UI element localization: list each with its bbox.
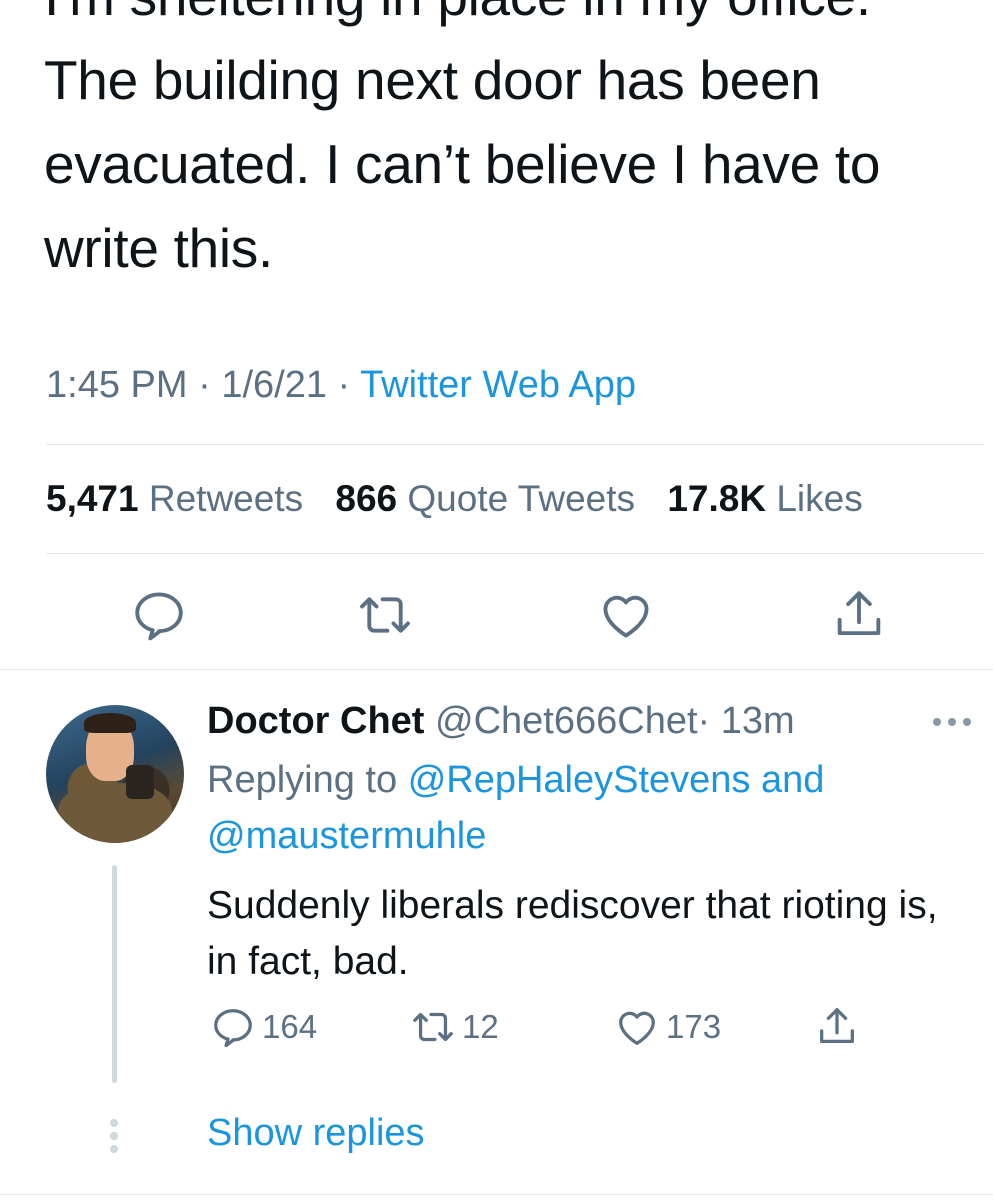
like-icon [614, 1004, 660, 1050]
thread-line [112, 865, 117, 1083]
divider [0, 1194, 993, 1195]
likes-stat[interactable]: 17.8K Likes [667, 478, 862, 519]
tweet-source-link[interactable]: Twitter Web App [360, 364, 636, 406]
reply-text: Suddenly liberals rediscover that riotin… [207, 884, 938, 983]
reply-icon [210, 1004, 256, 1050]
tweet-text-line: The building next door has been [44, 49, 821, 111]
like-count: 173 [666, 1008, 722, 1045]
reply-count: 164 [262, 1008, 318, 1045]
divider [0, 669, 993, 670]
retweet-icon [410, 1004, 456, 1050]
avatar[interactable] [46, 705, 184, 843]
like-icon[interactable] [597, 586, 655, 644]
thread-dots-icon [108, 1118, 120, 1154]
reply-header: Doctor Chet @Chet666Chet· 13m [207, 700, 795, 743]
tweet-date[interactable]: 1/6/21 [221, 364, 327, 406]
divider [46, 553, 984, 554]
share-icon[interactable] [830, 586, 888, 644]
show-replies-link[interactable]: Show replies [207, 1112, 425, 1155]
tweet-text-line: I'm sheltering in place in my office. [44, 0, 871, 27]
reply-author-name[interactable]: Doctor Chet [207, 700, 424, 742]
reply-time[interactable]: 13m [721, 700, 795, 742]
reply-share-button[interactable] [814, 1004, 866, 1050]
mention-and[interactable]: and [761, 759, 824, 801]
mention-link[interactable]: @maustermuhle [207, 815, 486, 857]
meta-separator: · [198, 364, 211, 406]
tweet-text: I'm sheltering in place in my office. Th… [44, 0, 964, 290]
tweet-meta: 1:45 PM · 1/6/21 · Twitter Web App [46, 364, 636, 407]
more-options-icon[interactable] [930, 712, 974, 732]
reply-like-button[interactable]: 173 [614, 1004, 721, 1050]
tweet-text-line: write this. [44, 217, 273, 279]
quote-tweets-stat[interactable]: 866 Quote Tweets [335, 478, 635, 519]
reply-retweet-button[interactable]: 12 [410, 1004, 499, 1050]
retweet-icon[interactable] [356, 586, 414, 644]
retweet-count: 12 [462, 1008, 499, 1045]
reply-author-handle[interactable]: @Chet666Chet [435, 700, 698, 742]
tweet-text-line: evacuated. I can’t believe I have to [44, 133, 881, 195]
retweets-stat[interactable]: 5,471 Retweets [46, 478, 303, 519]
reply-reply-button[interactable]: 164 [210, 1004, 317, 1050]
share-icon [814, 1004, 860, 1050]
reply-icon[interactable] [130, 586, 188, 644]
meta-separator: · [697, 700, 711, 742]
divider [46, 444, 984, 445]
replying-to: Replying to @RepHaleyStevens and @mauste… [207, 759, 825, 857]
mention-link[interactable]: @RepHaleyStevens [408, 759, 751, 801]
tweet-stats: 5,471 Retweets 866 Quote Tweets 17.8K Li… [46, 478, 863, 520]
meta-separator: · [337, 364, 351, 406]
tweet-time[interactable]: 1:45 PM [46, 364, 188, 406]
